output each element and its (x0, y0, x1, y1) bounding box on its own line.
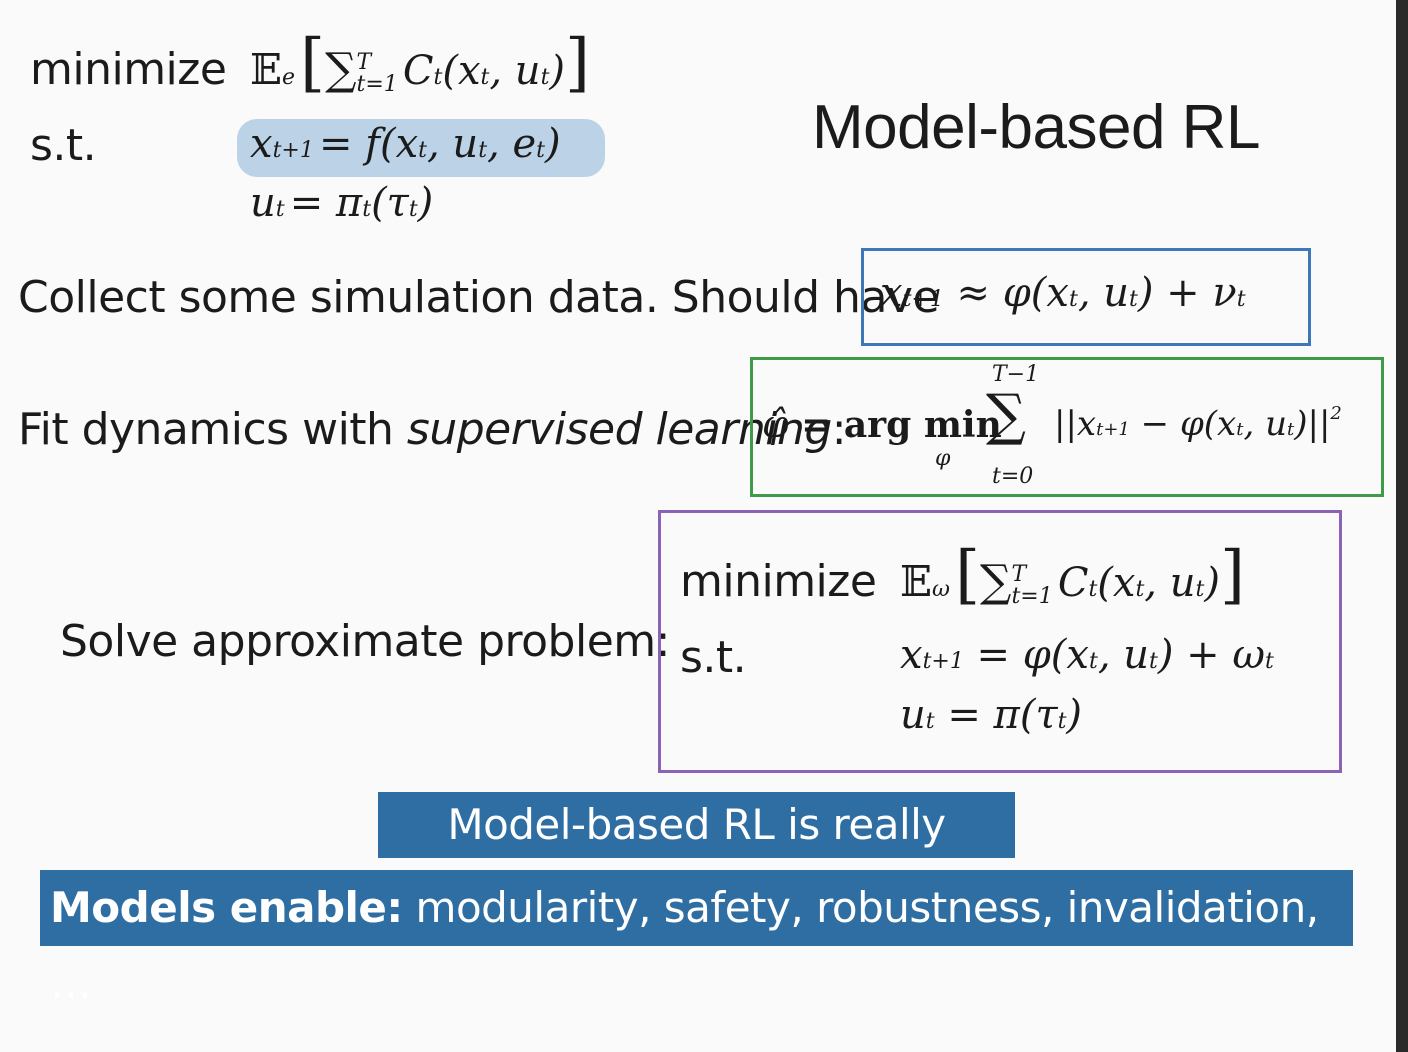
collect-text: Collect some simulation data. Should hav… (18, 272, 940, 323)
fit-text: Fit dynamics with supervised learning: (18, 404, 847, 455)
solve-label: Solve approximate problem: (60, 616, 670, 667)
models-enable-label: Models enable: (50, 883, 403, 932)
solve-dynamics-formula: xt+1 = φ(xt, ut) + ωt (900, 632, 1274, 678)
models-enable-banner: Models enable: modularity, safety, robus… (40, 870, 1353, 1008)
solve-st-label: s.t. (680, 632, 747, 683)
solve-policy-formula: ut = π(τt) (900, 692, 1083, 738)
fit-formula: φ̂ = arg min (762, 402, 1002, 446)
st-label: s.t. (30, 120, 97, 171)
slide: minimize s.t. 𝔼e [∑ Tt=1 Ct(xt, ut)] xt+1… (0, 0, 1396, 1052)
fit-sum-lower: t=0 (992, 464, 1034, 489)
dynamics-formula: xt+1 = f(xt, ut, et) (250, 121, 561, 167)
fit-min-subscript: φ (935, 446, 951, 471)
window-edge (1396, 0, 1408, 1052)
solve-minimize-label: minimize (680, 556, 877, 607)
solve-objective-formula: 𝔼ω [∑ Tt=1 Ct(xt, ut)] (900, 538, 1245, 612)
simple-banner: Model-based RL is really simple. (378, 792, 1015, 915)
objective-formula: 𝔼e [∑ Tt=1 Ct(xt, ut)] (250, 26, 590, 100)
collect-formula: xt+1 ≈ φ(xt, ut) + νt (880, 270, 1246, 316)
fit-sum-symbol: ∑ (986, 383, 1026, 448)
slide-title: Model-based RL (812, 93, 1260, 162)
policy-formula: ut = πt(τt) (250, 180, 434, 226)
minimize-label: minimize (30, 44, 227, 95)
fit-norm: ||xt+1 − φ(xt, ut)||2 (1054, 403, 1342, 444)
